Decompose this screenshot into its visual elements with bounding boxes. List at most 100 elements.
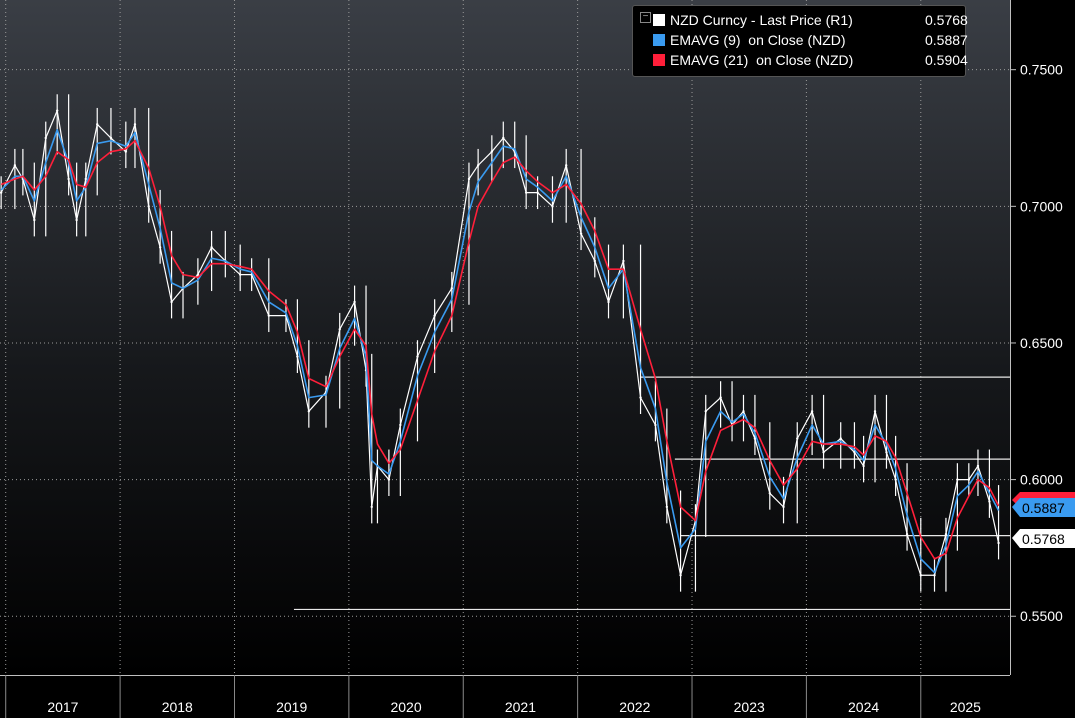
price-point [210,246,213,249]
price-point [502,136,505,140]
price-point [976,464,980,468]
price-point [639,396,642,399]
legend-value: 0.5904 [925,52,968,68]
price-point [370,505,373,509]
x-axis: 2017 2018 2019 2020 2021 2022 2023 2024 2025 [5,675,981,718]
x-tick-label: 2025 [950,699,981,715]
price-point [905,533,909,536]
legend-item-ema9: EMAVG (9) on Close (NZD) 0.5887 [653,31,968,49]
price-point [387,478,391,481]
legend-swatch-blue [653,34,665,46]
price-point [109,136,113,140]
price-point [158,246,162,249]
price-point [988,500,991,503]
price-point [579,232,583,235]
x-tick-label: 2017 [47,699,78,715]
price-point [622,259,625,263]
price-point [885,451,888,454]
y-tick-label: 0.6500 [1020,335,1063,351]
last-price-label: 0.5768 [1022,531,1065,547]
legend-label: EMAVG (21) on Close (NZD) [670,52,854,68]
x-tick-label: 2023 [734,699,765,715]
price-point [84,177,87,181]
x-tick-label: 2022 [619,699,650,715]
price-point [665,505,669,509]
price-point [873,410,877,413]
price-point [862,464,865,468]
price-point [133,123,137,126]
price-tags: 0.5887 0.5768 [1012,492,1075,548]
price-point [719,396,722,399]
price-point [944,533,948,536]
price-point [919,574,922,577]
price-point [967,478,971,481]
price-point [679,574,682,577]
price-point [124,150,128,153]
price-point [782,505,785,509]
price-point [704,410,707,413]
legend-value: 0.5887 [925,32,968,48]
price-point [338,328,341,331]
price-point [742,410,745,413]
price-point [768,492,771,495]
price-point [33,218,36,222]
price-point [353,300,356,304]
price-point [433,314,436,317]
legend-swatch-white [653,14,665,26]
y-tick-label: 0.5500 [1020,608,1063,624]
price-point [416,355,419,358]
price-point [997,541,1000,545]
price-point [399,423,402,427]
y-tick-label: 0.6000 [1020,472,1063,488]
price-point [96,123,99,126]
price-point [564,164,568,167]
price-point [956,478,959,481]
x-tick-label: 2020 [390,699,421,715]
price-point [55,109,59,112]
price-point [822,451,825,454]
price-point [933,574,936,577]
plot-background [0,0,1010,675]
price-point [0,191,3,194]
price-point [607,300,610,304]
price-point [467,177,471,181]
x-tick-label: 2021 [505,699,536,715]
price-point [810,410,814,413]
x-tick-label: 2019 [276,699,307,715]
y-tick-label: 0.7500 [1020,62,1063,78]
price-point [894,478,897,481]
legend-item-ema21: EMAVG (21) on Close (NZD) 0.5904 [653,51,968,69]
x-tick-label: 2018 [162,699,193,715]
collapse-legend-icon[interactable]: − [640,12,651,23]
legend-swatch-red [653,54,665,66]
price-point [839,437,842,440]
price-point [239,273,242,276]
price-chart: 0.55000.60000.65000.70000.7500 2017 2018 2… [0,0,1063,718]
price-point [296,355,299,358]
price-point [536,191,539,194]
price-point [551,205,554,208]
price-point [267,314,270,317]
price-point [490,150,494,153]
price-point [44,136,47,140]
legend-label: NZD Curncy - Last Price (R1) [670,12,853,28]
chart-legend[interactable]: − NZD Curncy - Last Price (R1) 0.5768 EM… [632,5,968,77]
ema9-price-label: 0.5887 [1022,500,1065,516]
price-point [796,437,799,440]
price-point [450,287,454,290]
price-point [170,300,173,304]
price-point [13,164,17,167]
price-point [654,423,657,427]
price-point [593,259,596,263]
price-point [67,177,70,181]
legend-value: 0.5768 [925,12,968,28]
y-tick-label: 0.7000 [1020,198,1063,214]
price-point [147,205,150,208]
price-point [524,191,528,194]
x-tick-label: 2024 [848,699,879,715]
price-point [75,218,78,222]
price-point [307,410,311,413]
legend-item-last-price: NZD Curncy - Last Price (R1) 0.5768 [653,11,968,29]
price-point [476,164,480,167]
legend-label: EMAVG (9) on Close (NZD) [670,32,846,48]
